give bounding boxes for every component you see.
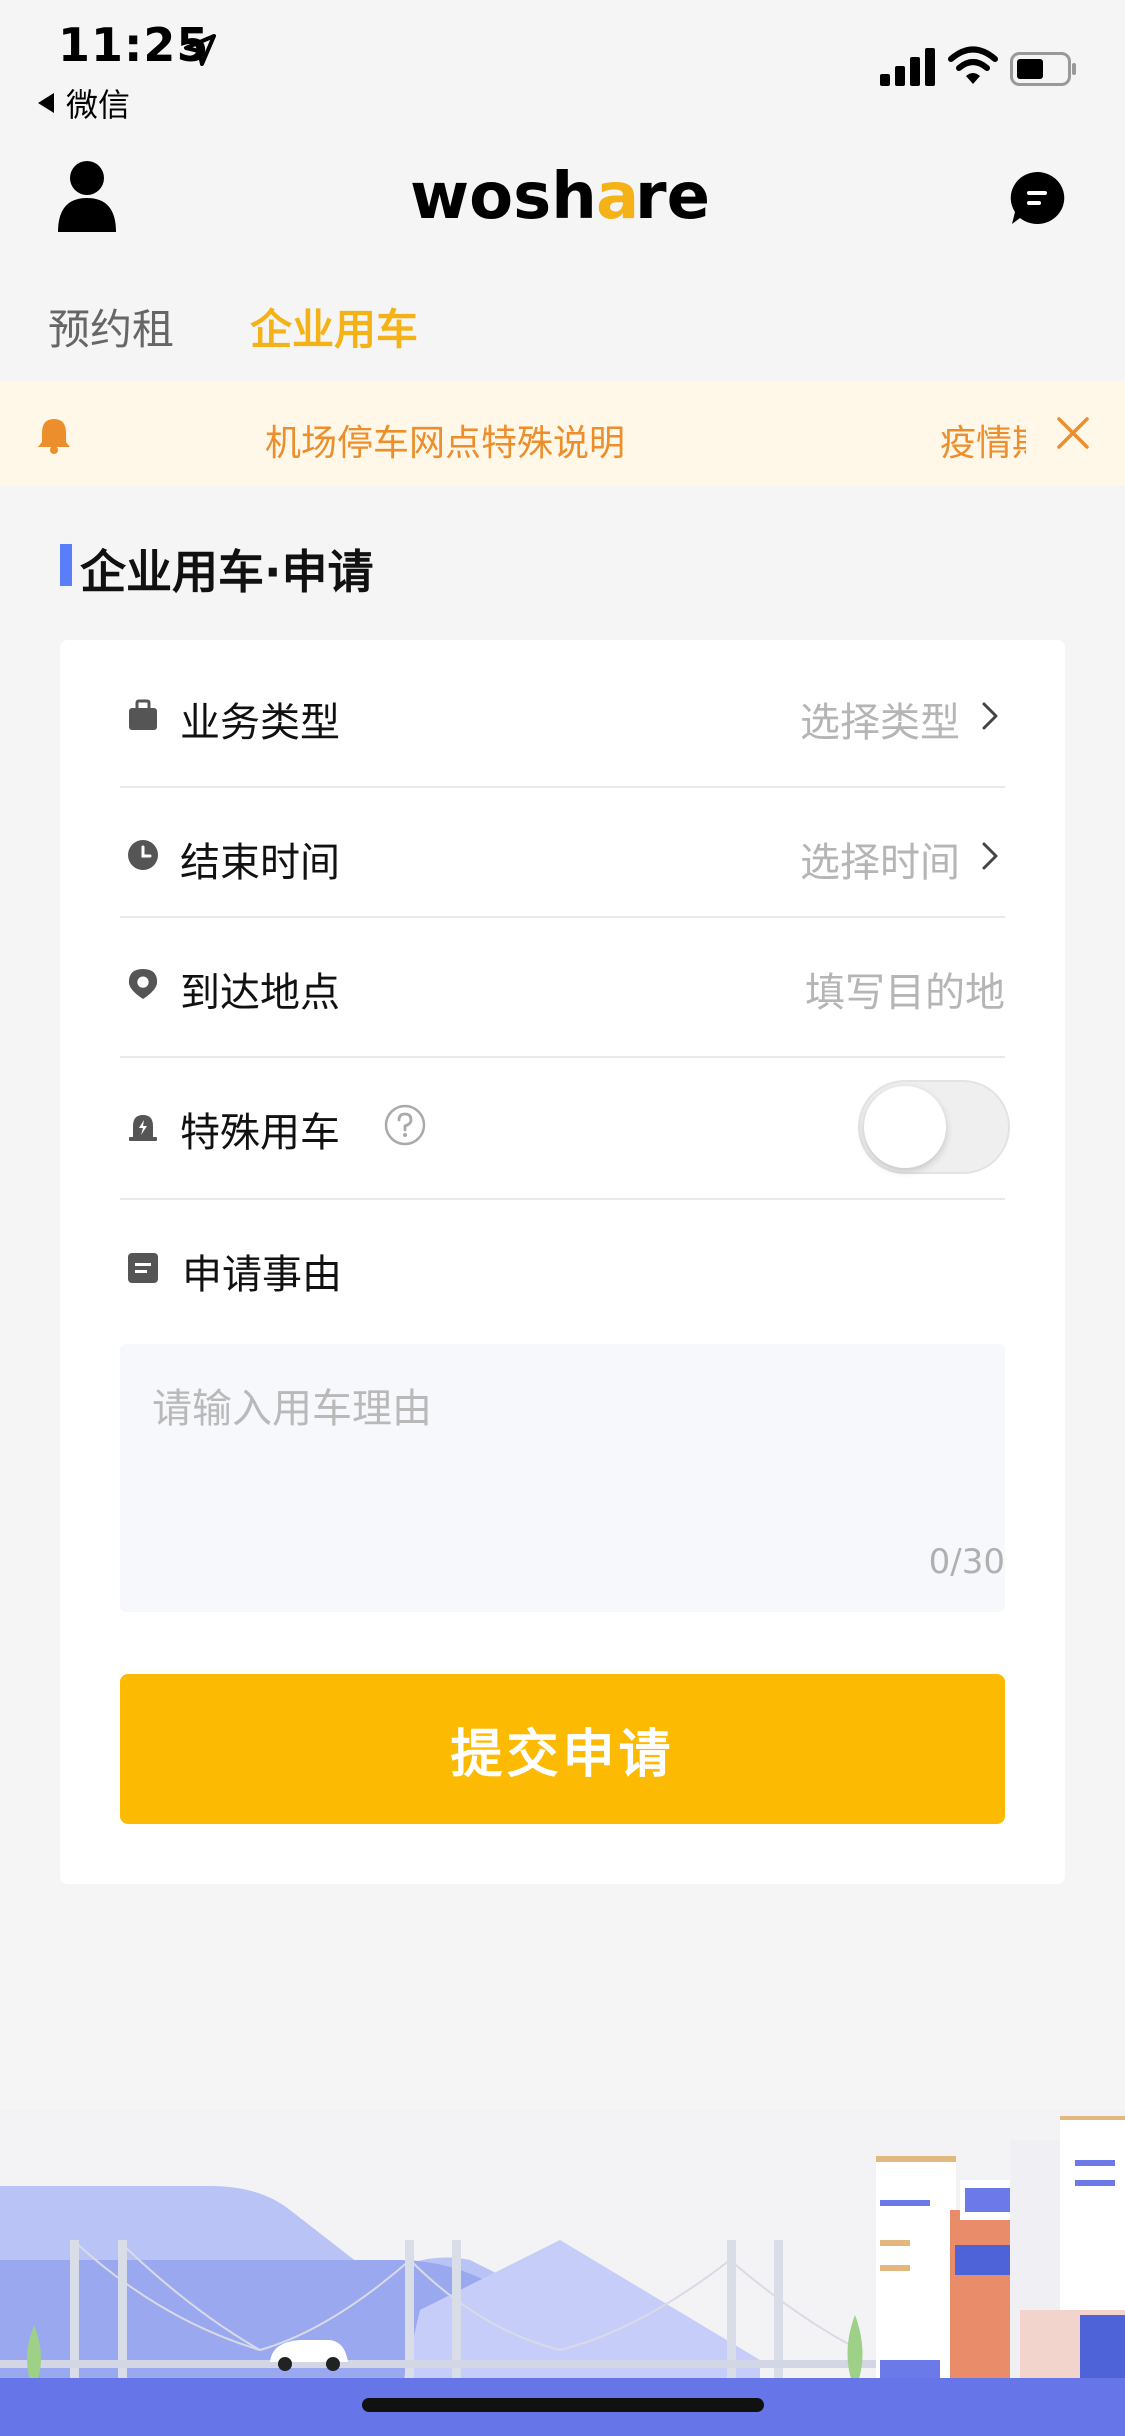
tab-enterprise[interactable]: 企业用车 — [250, 296, 418, 357]
section-accent-bar — [60, 544, 72, 586]
svg-text:a: a — [596, 160, 639, 234]
special-toggle[interactable] — [858, 1080, 1010, 1174]
svg-text:re: re — [635, 160, 710, 234]
divider — [120, 1056, 1005, 1058]
help-icon[interactable] — [384, 1104, 426, 1146]
location-arrow-icon — [184, 34, 216, 66]
business-type-value[interactable]: 选择类型 — [700, 690, 960, 748]
chat-icon[interactable] — [1008, 170, 1066, 226]
siren-icon — [129, 1115, 157, 1141]
woshare-logo: wosh a re — [410, 160, 710, 234]
user-icon[interactable] — [54, 160, 120, 232]
reason-textarea[interactable]: 请输入用车理由 0/30 — [120, 1344, 1005, 1612]
tab-reservation[interactable]: 预约租 — [48, 296, 174, 357]
map-pin-icon — [128, 968, 158, 1000]
back-app-label: 微信 — [66, 86, 131, 124]
battery-icon — [1010, 52, 1076, 86]
clock-icon — [128, 840, 158, 870]
home-indicator — [362, 2398, 764, 2412]
end-time-value[interactable]: 选择时间 — [700, 830, 960, 888]
document-icon — [128, 1253, 158, 1283]
signal-icon — [880, 48, 935, 86]
back-to-app[interactable]: 微信 — [38, 80, 130, 126]
destination-input[interactable]: 填写目的地 — [700, 960, 1005, 1018]
business-type-label: 业务类型 — [180, 700, 340, 746]
wifi-icon — [948, 46, 998, 84]
back-triangle-icon — [38, 93, 54, 113]
end-time-label: 结束时间 — [180, 840, 340, 886]
divider — [120, 786, 1005, 788]
reason-char-count: 0/30 — [928, 1542, 1005, 1582]
bell-icon — [38, 419, 70, 454]
briefcase-icon — [129, 699, 157, 730]
divider — [120, 916, 1005, 918]
chevron-right-icon[interactable] — [979, 839, 1001, 873]
section-title: 企业用车·申请 — [80, 545, 374, 599]
special-label: 特殊用车 — [180, 1110, 340, 1156]
notice-text-next[interactable]: 疫情期 — [940, 414, 1026, 466]
svg-text:wosh: wosh — [410, 160, 597, 234]
close-icon[interactable] — [1056, 416, 1090, 450]
submit-button[interactable]: 提交申请 — [120, 1674, 1005, 1824]
destination-label: 到达地点 — [180, 970, 340, 1016]
notice-text[interactable]: 机场停车网点特殊说明 — [265, 414, 625, 466]
divider — [120, 1198, 1005, 1200]
reason-label: 申请事由 — [182, 1252, 342, 1298]
reason-placeholder: 请输入用车理由 — [152, 1386, 432, 1432]
chevron-right-icon[interactable] — [979, 699, 1001, 733]
toggle-knob — [864, 1086, 946, 1168]
city-bridge-illustration — [0, 2110, 1125, 2436]
